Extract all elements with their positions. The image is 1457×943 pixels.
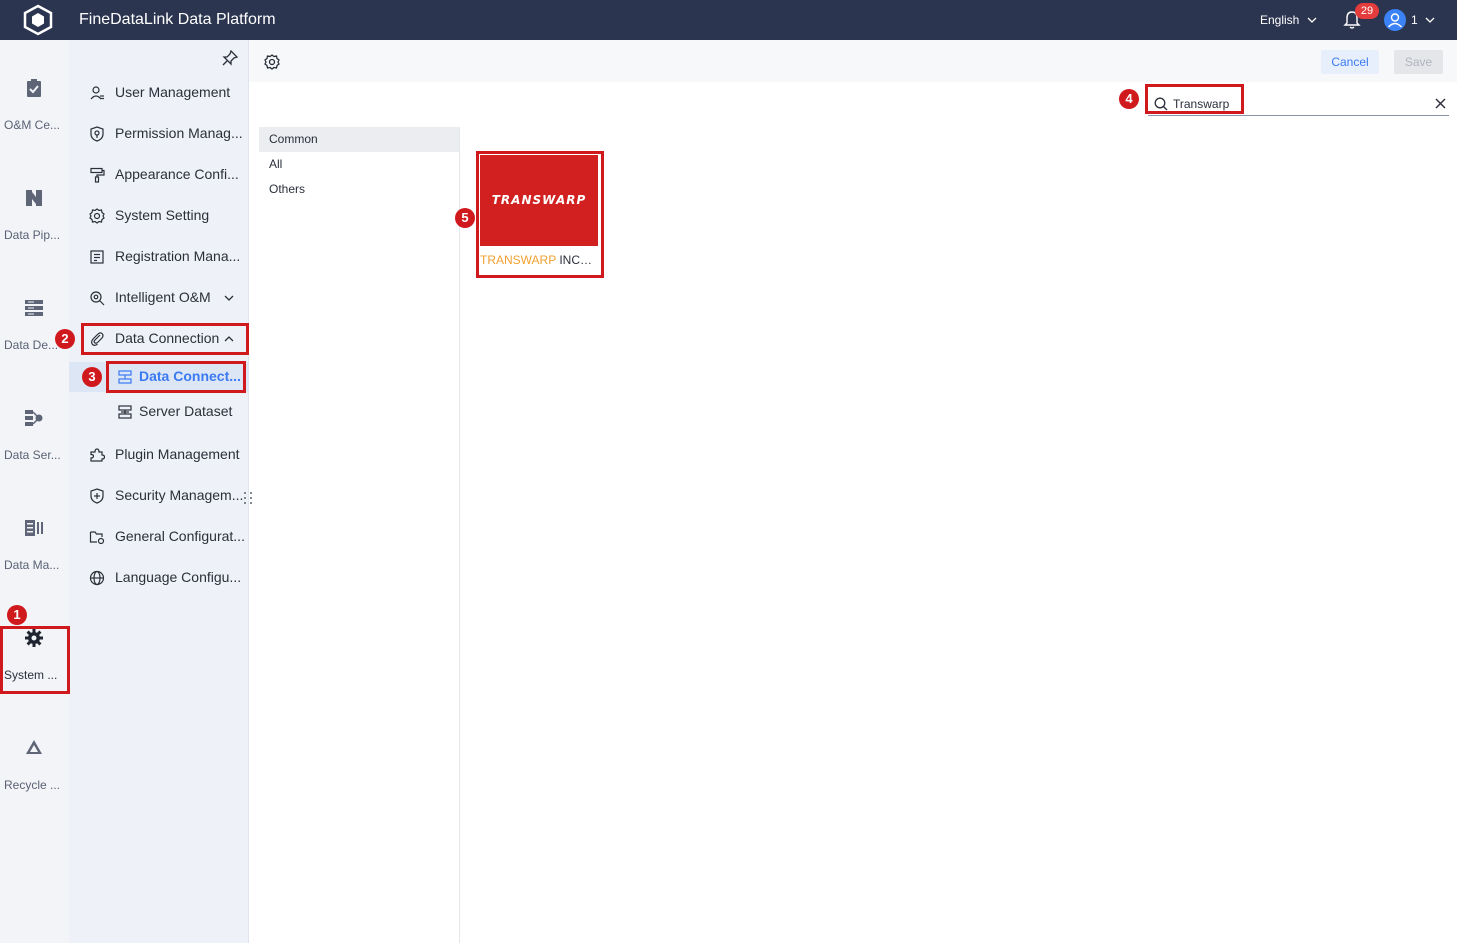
notification-badge: 29 xyxy=(1355,3,1379,19)
puzzle-icon xyxy=(90,448,105,462)
server-stack-icon xyxy=(25,300,43,316)
annotation-marker-1: 1 xyxy=(7,605,27,625)
annotation-box-2 xyxy=(81,323,249,355)
rail-item-label: O&M Ce... xyxy=(4,118,61,132)
menu-item-label: Registration Mana... xyxy=(115,248,241,264)
pipeline-icon xyxy=(26,190,42,206)
app-logo-icon[interactable] xyxy=(22,4,54,36)
annotation-box-4 xyxy=(1145,84,1244,114)
category-all[interactable]: All xyxy=(259,152,459,177)
menu-item-appearance-config[interactable]: Appearance Confi... xyxy=(69,158,249,192)
menu-item-label: System Setting xyxy=(115,207,210,223)
submenu-item-label: Server Dataset xyxy=(139,403,233,419)
avatar[interactable] xyxy=(1384,9,1406,31)
category-common[interactable]: Common xyxy=(259,127,459,152)
menu-item-label: General Configurat... xyxy=(115,528,245,544)
recycle-icon xyxy=(26,740,42,754)
annotation-marker-2: 2 xyxy=(55,329,75,349)
folder-gear-icon xyxy=(89,531,105,545)
data-service-icon xyxy=(25,410,43,426)
category-others[interactable]: Others xyxy=(259,177,459,202)
annotation-box-5 xyxy=(476,151,604,278)
menu-item-registration-management[interactable]: Registration Mana... xyxy=(69,240,249,274)
menu-item-permission-management[interactable]: Permission Manag... xyxy=(69,117,249,151)
category-panel xyxy=(259,127,460,943)
menu-item-user-management[interactable]: User Management xyxy=(69,76,249,110)
data-map-icon xyxy=(25,520,43,536)
chevron-down-icon[interactable] xyxy=(1424,14,1436,26)
chevron-down-icon[interactable] xyxy=(1306,14,1318,26)
annotation-marker-5: 5 xyxy=(455,208,475,228)
resize-handle-icon[interactable] xyxy=(243,491,253,505)
rail-item-data-pipeline[interactable]: Data Pip... xyxy=(0,188,69,268)
server-dataset-icon xyxy=(118,405,132,419)
user-avatar-icon xyxy=(1387,13,1403,28)
rail-item-label: Data Pip... xyxy=(4,228,61,242)
menu-item-intelligent-om[interactable]: Intelligent O&M xyxy=(69,281,249,315)
content-toolbar xyxy=(249,40,1457,82)
rail-item-data-map[interactable]: Data Ma... xyxy=(0,518,69,598)
annotation-box-1 xyxy=(0,626,70,694)
gear-icon xyxy=(89,208,105,224)
user-name[interactable]: 1 xyxy=(1411,13,1418,27)
menu-item-label: Security Managem... xyxy=(115,487,244,503)
pin-icon[interactable] xyxy=(222,50,238,66)
menu-item-label: Language Configu... xyxy=(115,569,242,585)
submenu-item-server-dataset[interactable]: Server Dataset xyxy=(69,397,249,427)
save-button[interactable]: Save xyxy=(1394,50,1443,74)
rail-item-om-center[interactable]: O&M Ce... xyxy=(0,78,69,158)
app-title: FineDataLink Data Platform xyxy=(79,11,276,28)
chevron-down-icon xyxy=(224,295,234,301)
menu-item-language-configuration[interactable]: Language Configu... xyxy=(69,561,249,595)
annotation-box-3 xyxy=(106,361,246,393)
menu-item-label: Appearance Confi... xyxy=(115,166,239,182)
menu-item-general-configuration[interactable]: General Configurat... xyxy=(69,520,249,554)
menu-item-label: Plugin Management xyxy=(115,446,240,462)
globe-icon xyxy=(89,570,105,586)
search-gear-icon xyxy=(90,291,105,306)
close-icon[interactable] xyxy=(1435,98,1446,109)
annotation-marker-4: 4 xyxy=(1119,89,1139,109)
menu-item-label: Permission Manag... xyxy=(115,125,243,141)
cancel-button[interactable]: Cancel xyxy=(1321,50,1379,74)
rail-item-label: Data Ma... xyxy=(4,558,60,572)
shield-plus-icon xyxy=(90,488,104,504)
rail-item-label: Data Ser... xyxy=(4,448,61,462)
rail-item-label: Recycle ... xyxy=(4,778,61,792)
settings-gear-icon[interactable] xyxy=(264,54,280,70)
user-icon xyxy=(90,86,104,100)
annotation-marker-3: 3 xyxy=(82,367,102,387)
rail-item-recycle-bin[interactable]: Recycle ... xyxy=(0,738,69,818)
menu-item-security-management[interactable]: Security Managem... xyxy=(69,479,249,513)
shield-key-icon xyxy=(90,126,104,142)
paint-roller-icon xyxy=(90,167,105,183)
registration-icon xyxy=(90,250,104,264)
menu-item-plugin-management[interactable]: Plugin Management xyxy=(69,438,249,472)
menu-item-label: User Management xyxy=(115,84,231,100)
language-selector[interactable]: English xyxy=(1260,13,1299,27)
rail-item-data-service[interactable]: Data Ser... xyxy=(0,408,69,488)
menu-item-system-setting[interactable]: System Setting xyxy=(69,199,249,233)
clipboard-check-icon xyxy=(27,79,41,97)
